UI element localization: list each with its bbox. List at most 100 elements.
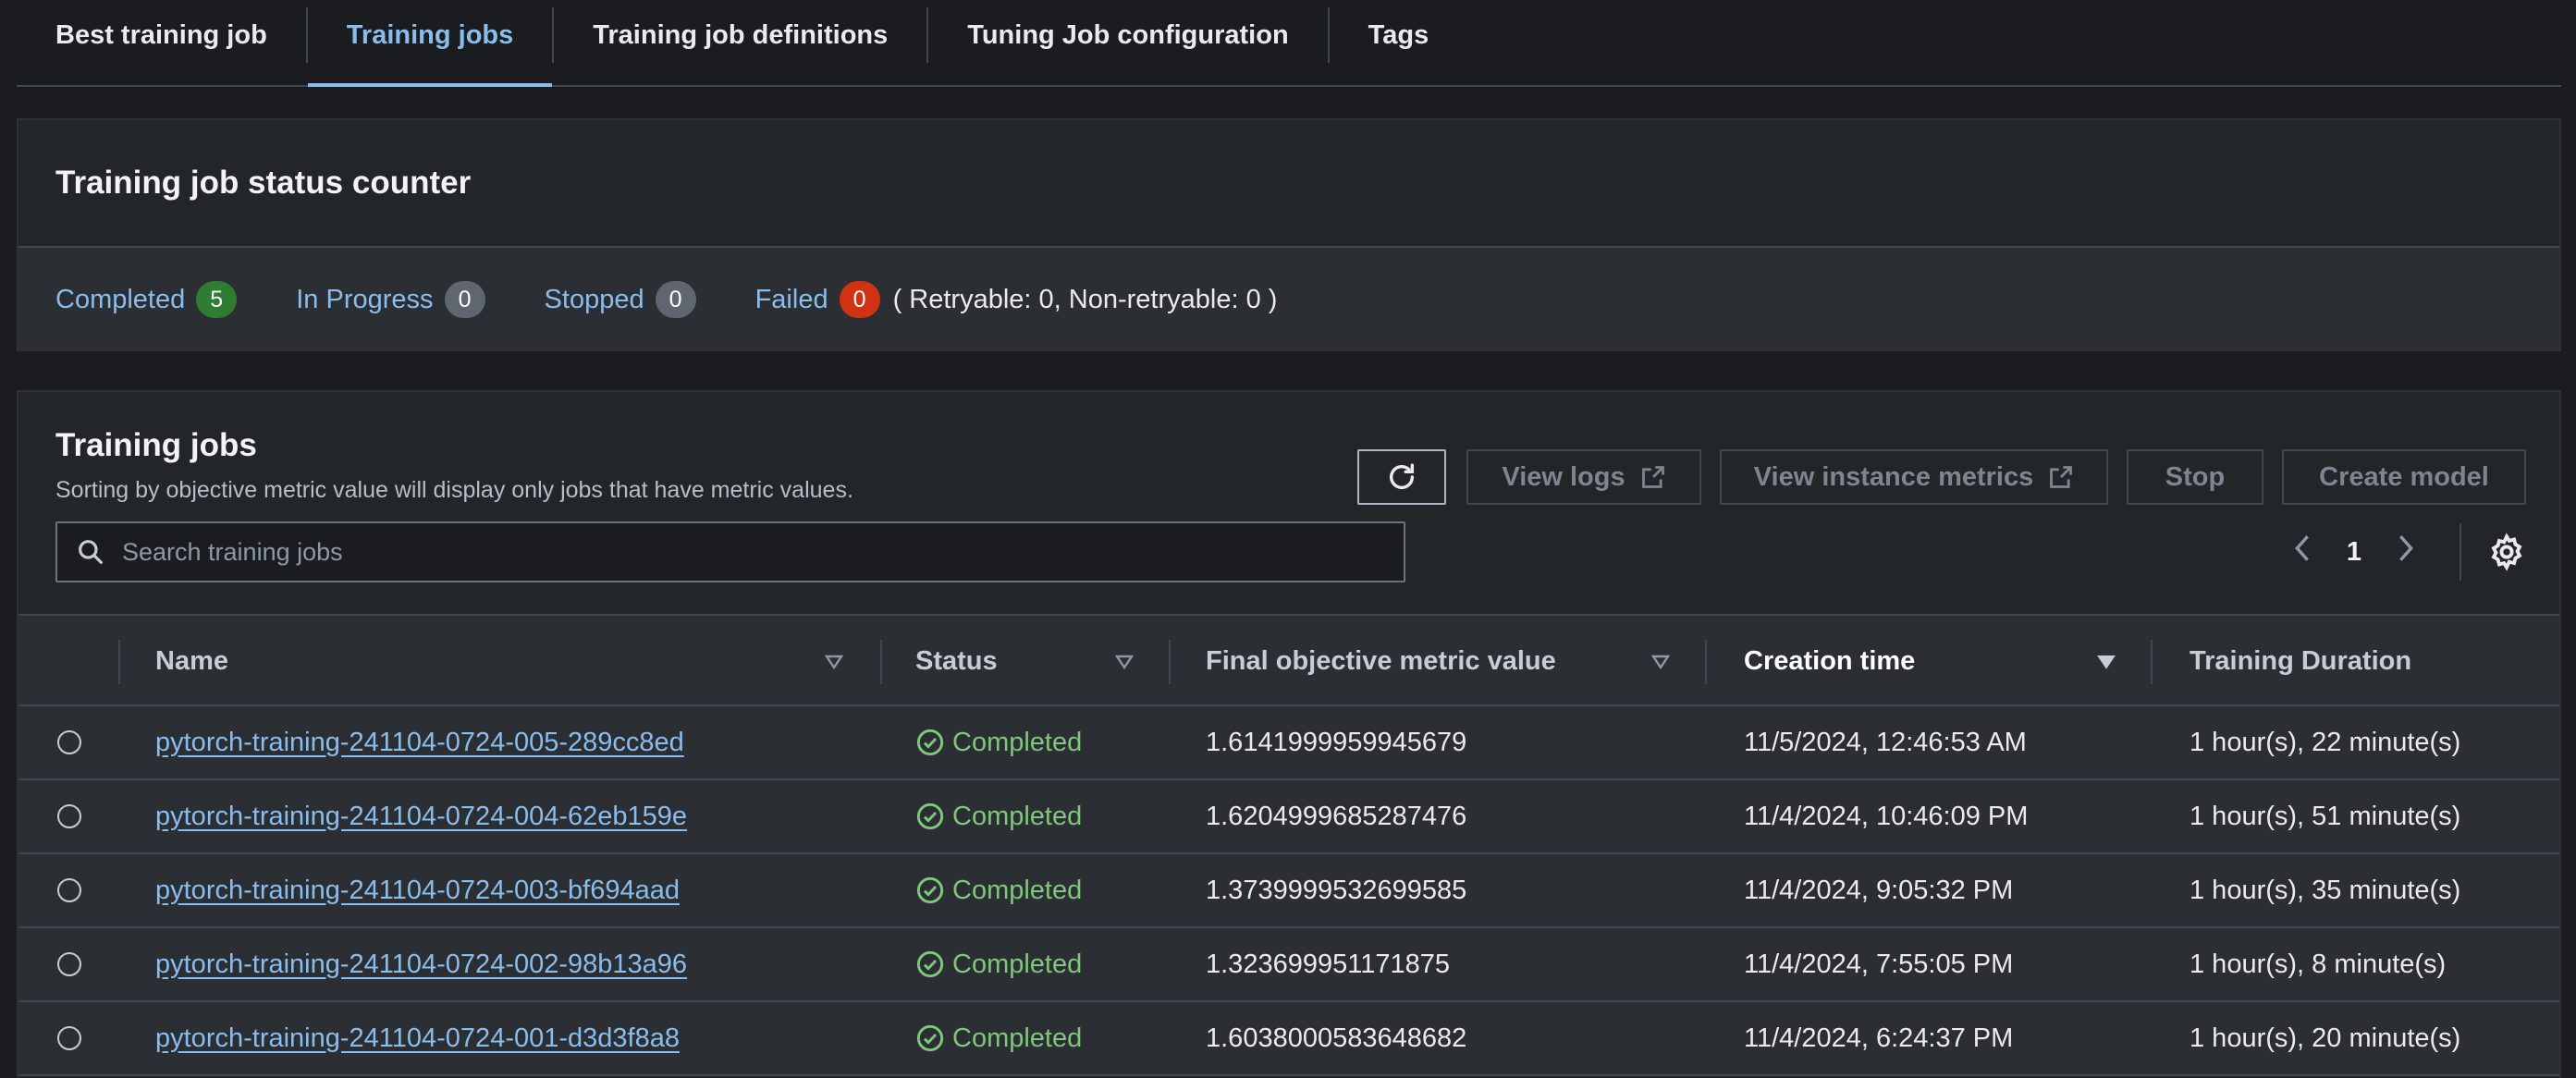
status-in-progress-badge: 0 bbox=[444, 281, 485, 318]
status-cell: Completed bbox=[915, 1002, 1082, 1074]
table-row[interactable]: pytorch-training-241104-0724-002-98b13a9… bbox=[18, 928, 2559, 1002]
training-jobs-table: Name Status Final objective metric value… bbox=[18, 614, 2559, 1076]
sort-icon[interactable] bbox=[1650, 651, 1672, 673]
job-name-link[interactable]: pytorch-training-241104-0724-003-bf694aa… bbox=[155, 876, 680, 906]
status-cell: Completed bbox=[915, 854, 1082, 926]
table-row[interactable]: pytorch-training-241104-0724-001-d3d3f8a… bbox=[18, 1002, 2559, 1076]
training-jobs-panel: Training jobs Sorting by objective metri… bbox=[17, 390, 2561, 1078]
status-text: Completed bbox=[952, 949, 1083, 979]
status-failed[interactable]: Failed 0 ( Retryable: 0, Non-retryable: … bbox=[755, 281, 1278, 318]
status-in-progress[interactable]: In Progress 0 bbox=[296, 281, 485, 318]
previous-page-icon[interactable] bbox=[2284, 533, 2321, 572]
tab-best-training-job[interactable]: Best training job bbox=[17, 0, 306, 70]
column-header-training-duration[interactable]: Training Duration bbox=[2190, 616, 2411, 706]
status-cell: Completed bbox=[915, 780, 1082, 852]
duration-cell: 1 hour(s), 35 minute(s) bbox=[2190, 875, 2461, 905]
metric-cell: 1.323699951171875 bbox=[1206, 949, 1450, 979]
status-completed[interactable]: Completed 5 bbox=[55, 281, 238, 318]
status-failed-badge: 0 bbox=[839, 281, 880, 318]
column-header-status[interactable]: Status bbox=[915, 616, 998, 706]
external-link-icon bbox=[1641, 466, 1664, 488]
row-select-radio[interactable] bbox=[57, 878, 81, 902]
pagination: 1 bbox=[2284, 521, 2424, 582]
status-counter-panel: Training job status counter Completed 5 … bbox=[17, 118, 2561, 351]
view-instance-metrics-button[interactable]: View instance metrics bbox=[1720, 449, 2108, 505]
tab-tags[interactable]: Tags bbox=[1330, 0, 1468, 70]
check-circle-icon bbox=[916, 1024, 944, 1052]
table-header: Name Status Final objective metric value… bbox=[18, 614, 2559, 706]
status-text: Completed bbox=[952, 727, 1083, 757]
status-counter-body: Completed 5 In Progress 0 Stopped 0 Fail… bbox=[18, 248, 2559, 351]
status-text: Completed bbox=[952, 801, 1083, 831]
create-model-button[interactable]: Create model bbox=[2282, 449, 2526, 505]
view-instance-metrics-label: View instance metrics bbox=[1753, 461, 2034, 492]
creation-time-cell: 11/5/2024, 12:46:53 AM bbox=[1744, 727, 2027, 757]
duration-cell: 1 hour(s), 8 minute(s) bbox=[2190, 949, 2447, 979]
status-completed-badge: 5 bbox=[196, 281, 238, 318]
row-select-radio[interactable] bbox=[57, 952, 81, 976]
status-counter-header: Training job status counter bbox=[18, 120, 2559, 248]
status-text: Completed bbox=[952, 1023, 1083, 1053]
row-select-radio[interactable] bbox=[57, 804, 81, 828]
metric-cell: 1.3739999532699585 bbox=[1206, 875, 1467, 905]
refresh-icon bbox=[1389, 463, 1415, 489]
sort-icon[interactable] bbox=[823, 651, 845, 673]
status-stopped[interactable]: Stopped 0 bbox=[545, 281, 696, 318]
column-divider bbox=[2151, 640, 2153, 684]
training-jobs-page: Best training job Training jobs Training… bbox=[0, 0, 2576, 1078]
status-cell: Completed bbox=[915, 706, 1082, 778]
search-box bbox=[55, 521, 1405, 582]
column-header-creation-time[interactable]: Creation time bbox=[1744, 616, 1915, 706]
refresh-button[interactable] bbox=[1357, 449, 1446, 505]
job-name-link[interactable]: pytorch-training-241104-0724-001-d3d3f8a… bbox=[155, 1023, 680, 1054]
creation-time-cell: 11/4/2024, 10:46:09 PM bbox=[1744, 801, 2029, 831]
table-row[interactable]: pytorch-training-241104-0724-003-bf694aa… bbox=[18, 854, 2559, 928]
search-input[interactable] bbox=[122, 537, 1404, 567]
view-logs-button[interactable]: View logs bbox=[1466, 449, 1701, 505]
job-name-link[interactable]: pytorch-training-241104-0724-002-98b13a9… bbox=[155, 949, 687, 980]
tab-tuning-job-configuration[interactable]: Tuning Job configuration bbox=[928, 0, 1327, 70]
duration-cell: 1 hour(s), 20 minute(s) bbox=[2190, 1023, 2461, 1053]
next-page-icon[interactable] bbox=[2387, 533, 2424, 572]
status-text: Completed bbox=[952, 875, 1083, 905]
status-stopped-badge: 0 bbox=[655, 281, 696, 318]
tab-training-jobs[interactable]: Training jobs bbox=[307, 0, 553, 87]
tab-training-job-definitions[interactable]: Training job definitions bbox=[554, 0, 926, 70]
metric-cell: 1.6038000583648682 bbox=[1206, 1023, 1467, 1053]
job-name-link[interactable]: pytorch-training-241104-0724-005-289cc8e… bbox=[155, 728, 684, 758]
sort-icon[interactable] bbox=[1113, 651, 1135, 673]
sort-descending-icon[interactable] bbox=[2095, 651, 2117, 673]
row-select-radio[interactable] bbox=[57, 1026, 81, 1050]
gear-icon[interactable] bbox=[2487, 533, 2526, 571]
table-row[interactable]: pytorch-training-241104-0724-004-62eb159… bbox=[18, 780, 2559, 854]
external-link-icon bbox=[2050, 466, 2073, 488]
status-completed-label[interactable]: Completed bbox=[55, 285, 185, 315]
column-divider bbox=[880, 640, 882, 684]
training-jobs-description: Sorting by objective metric value will d… bbox=[55, 477, 853, 503]
table-row[interactable]: pytorch-training-241104-0724-005-289cc8e… bbox=[18, 706, 2559, 780]
column-divider bbox=[118, 640, 120, 684]
job-name-link[interactable]: pytorch-training-241104-0724-004-62eb159… bbox=[155, 802, 687, 832]
stop-button[interactable]: Stop bbox=[2127, 449, 2263, 505]
creation-time-cell: 11/4/2024, 9:05:32 PM bbox=[1744, 875, 2014, 905]
check-circle-icon bbox=[916, 729, 944, 756]
duration-cell: 1 hour(s), 51 minute(s) bbox=[2190, 801, 2461, 831]
view-logs-label: View logs bbox=[1502, 461, 1625, 492]
status-cell: Completed bbox=[915, 928, 1082, 1000]
column-header-final-objective-metric[interactable]: Final objective metric value bbox=[1206, 616, 1556, 706]
metric-cell: 1.6204999685287476 bbox=[1206, 801, 1467, 831]
column-divider bbox=[1705, 640, 1707, 684]
status-failed-label[interactable]: Failed bbox=[755, 285, 828, 315]
column-header-name[interactable]: Name bbox=[155, 616, 228, 706]
check-circle-icon bbox=[916, 950, 944, 978]
check-circle-icon bbox=[916, 876, 944, 904]
duration-cell: 1 hour(s), 22 minute(s) bbox=[2190, 727, 2461, 757]
current-page-number[interactable]: 1 bbox=[2321, 537, 2387, 568]
retry-summary: ( Retryable: 0, Non-retryable: 0 ) bbox=[892, 284, 1278, 314]
status-stopped-label[interactable]: Stopped bbox=[545, 285, 644, 315]
status-counter-title: Training job status counter bbox=[55, 165, 472, 201]
row-select-radio[interactable] bbox=[57, 730, 81, 754]
status-in-progress-label[interactable]: In Progress bbox=[296, 285, 433, 315]
tab-bar: Best training job Training jobs Training… bbox=[17, 0, 2561, 87]
creation-time-cell: 11/4/2024, 7:55:05 PM bbox=[1744, 949, 2014, 979]
